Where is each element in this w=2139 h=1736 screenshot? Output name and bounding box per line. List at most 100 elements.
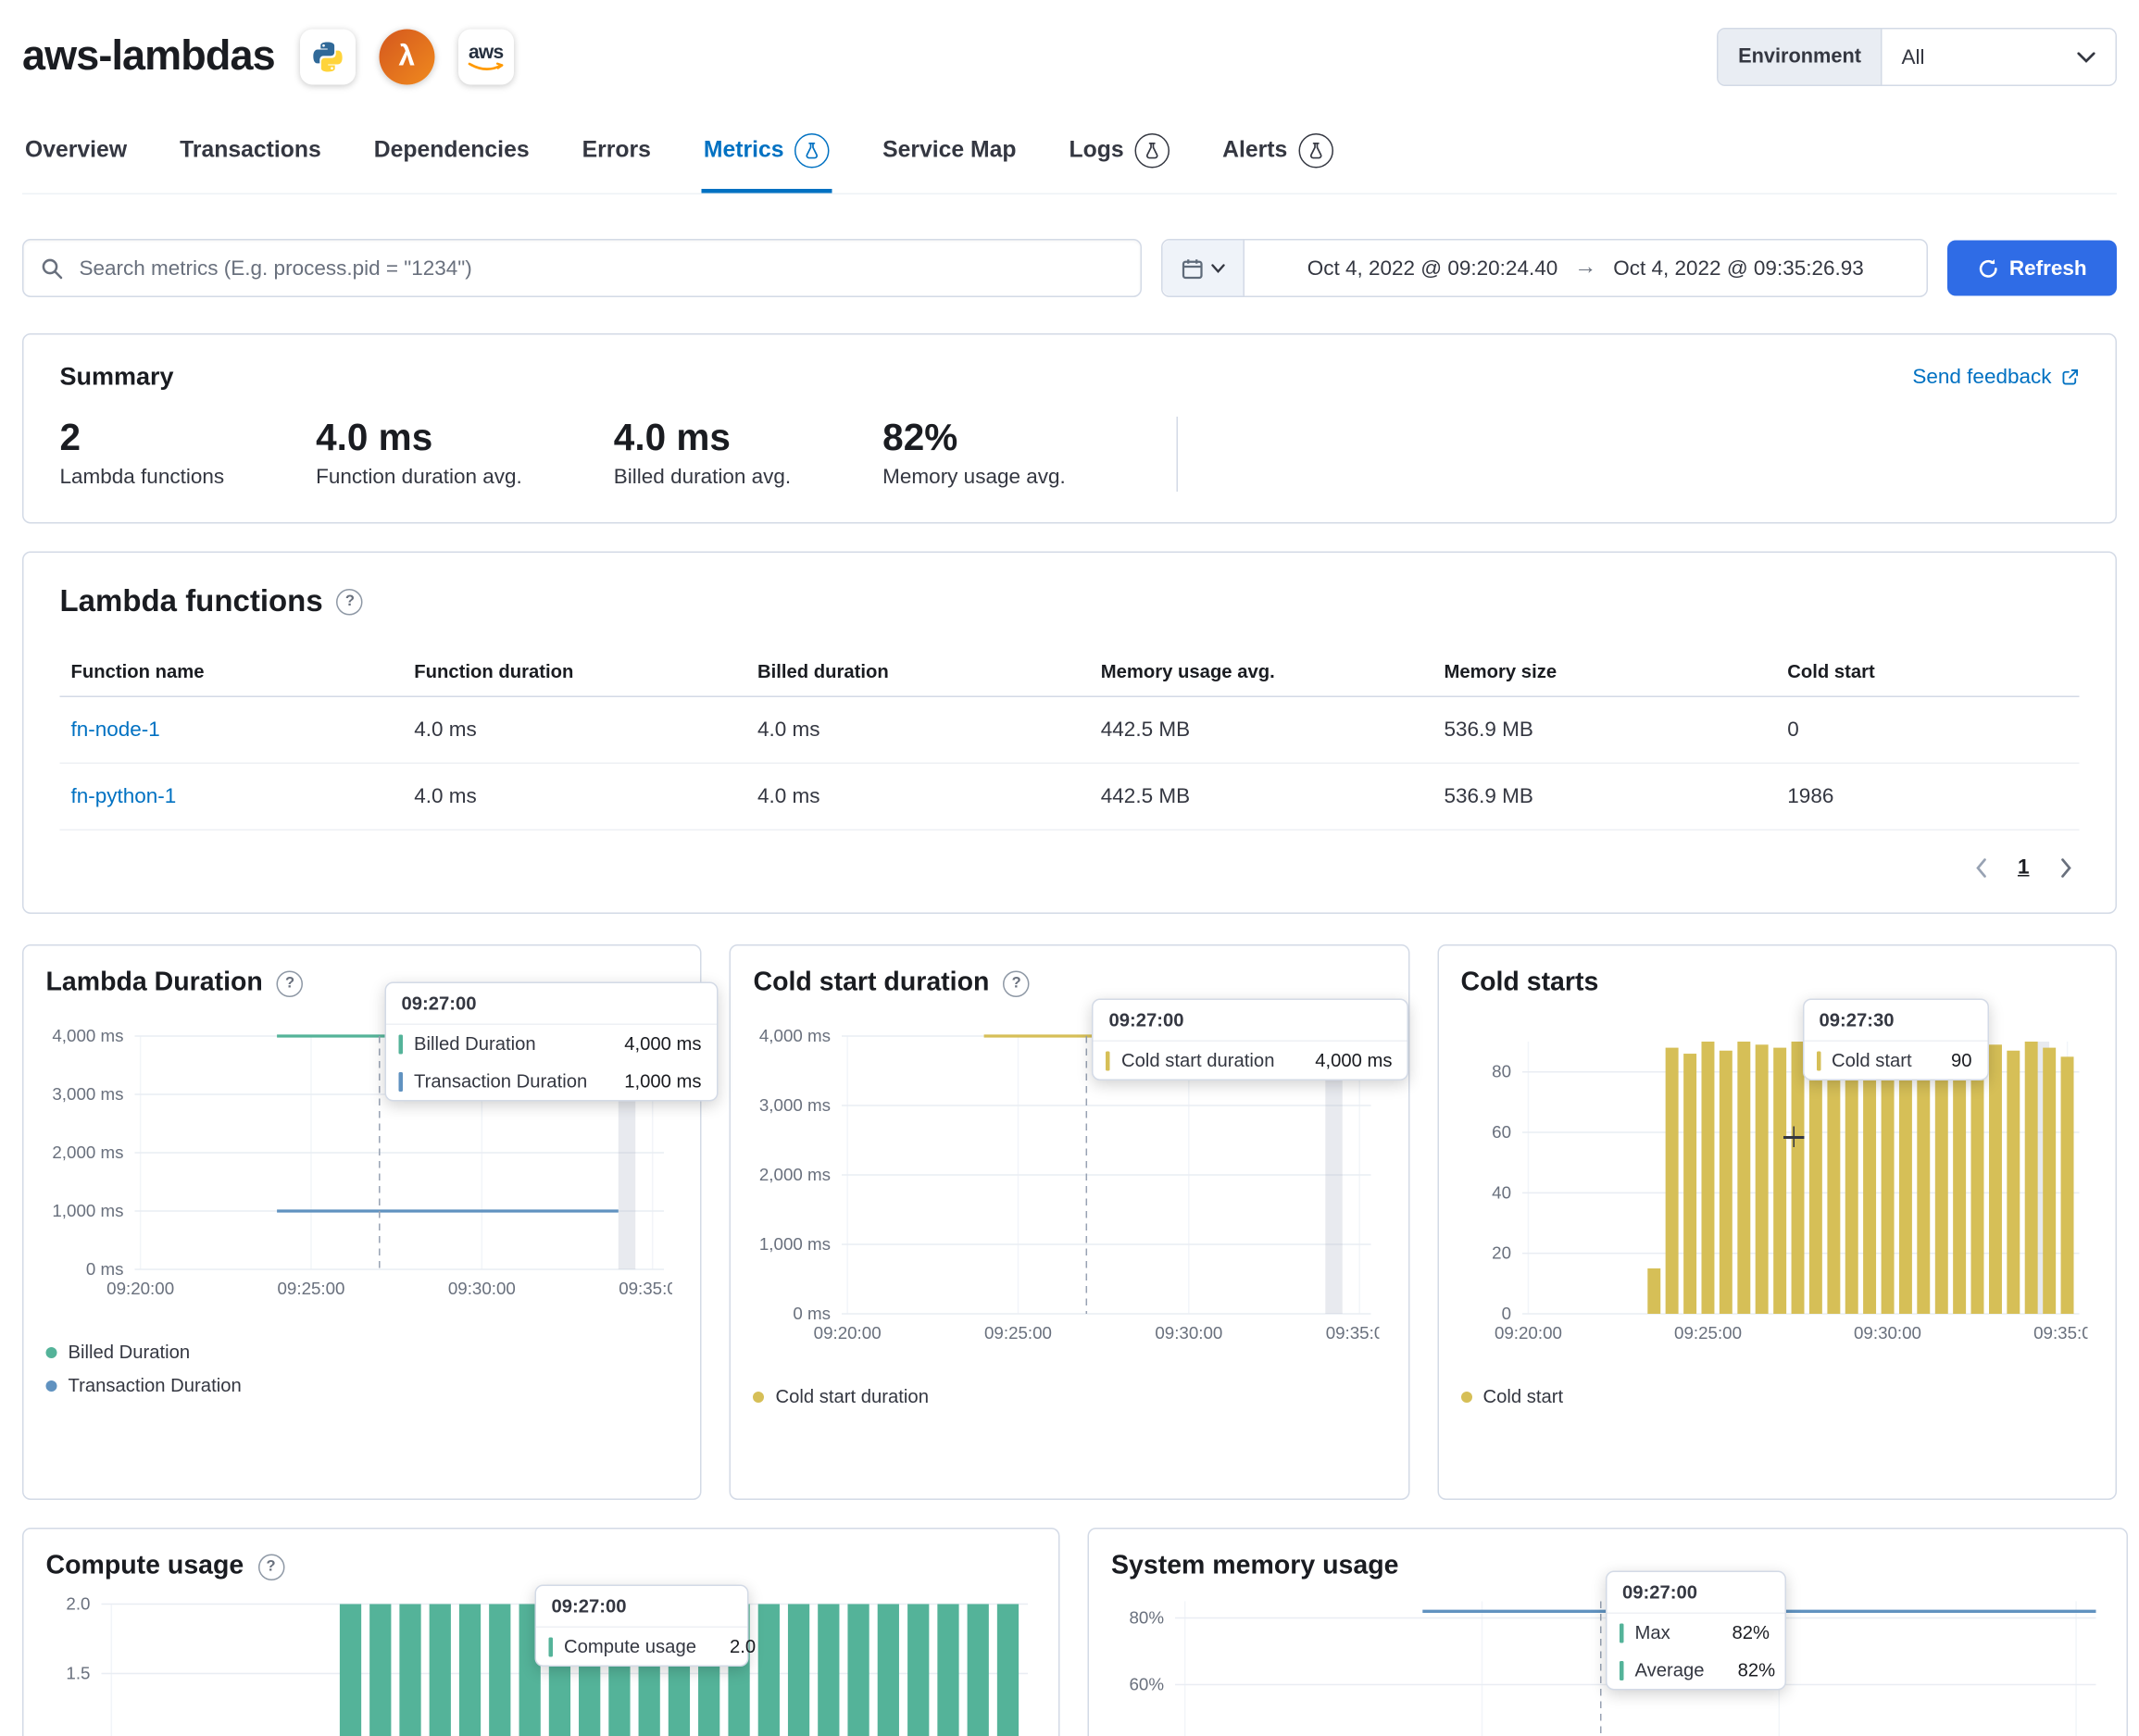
svg-text:2.0: 2.0 <box>66 1594 90 1614</box>
tab-overview[interactable]: Overview <box>22 128 130 194</box>
column-header-billed-duration: Billed duration <box>746 647 1090 696</box>
refresh-button[interactable]: Refresh <box>1947 241 2117 296</box>
date-range-end[interactable]: Oct 4, 2022 @ 09:35:26.93 <box>1613 256 1864 281</box>
svg-text:4,000 ms: 4,000 ms <box>52 1026 123 1045</box>
stat-function-duration: 4.0 ms Function duration avg. <box>316 417 522 489</box>
chart-title: Cold start duration <box>753 968 989 999</box>
beaker-icon[interactable] <box>1298 133 1333 169</box>
chart-tooltip: 09:27:00 Max 82% Average 82% <box>1606 1571 1786 1691</box>
search-metrics-input[interactable] <box>77 255 1124 281</box>
svg-text:1.0: 1.0 <box>66 1733 90 1736</box>
tooltip-row: Average 82% <box>1607 1652 1785 1690</box>
tab-metrics[interactable]: Metrics <box>701 128 832 194</box>
chevron-down-icon <box>1211 263 1225 273</box>
tab-service-map[interactable]: Service Map <box>880 128 1019 194</box>
tab-dependencies[interactable]: Dependencies <box>371 128 532 194</box>
svg-text:09:25:00: 09:25:00 <box>984 1323 1052 1343</box>
stats-divider <box>1177 417 1179 492</box>
next-page-button[interactable] <box>2060 856 2074 879</box>
environment-filter: Environment All <box>1718 28 2117 86</box>
svg-text:60%: 60% <box>1129 1675 1164 1694</box>
page-number[interactable]: 1 <box>2018 856 2030 880</box>
chart-title: System memory usage <box>1111 1552 1399 1582</box>
tab-transactions[interactable]: Transactions <box>177 128 324 194</box>
svg-text:40: 40 <box>1492 1182 1511 1202</box>
quick-select-button[interactable] <box>1163 241 1245 296</box>
date-range[interactable]: Oct 4, 2022 @ 09:20:24.40 → Oct 4, 2022 … <box>1245 241 1927 296</box>
environment-select[interactable]: All <box>1883 30 2116 85</box>
chart-svg-cold-starts[interactable]: 80604020009:20:0009:25:0009:30:0009:35:0… <box>1460 1010 2087 1349</box>
date-range-start[interactable]: Oct 4, 2022 @ 09:20:24.40 <box>1307 256 1558 281</box>
help-icon[interactable]: ? <box>277 970 304 997</box>
table-row: fn-python-1 4.0 ms 4.0 ms 442.5 MB 536.9… <box>60 763 2080 830</box>
legend-item[interactable]: Cold start duration <box>753 1386 1385 1407</box>
column-header-function-duration: Function duration <box>403 647 746 696</box>
arrow-right-icon: → <box>1574 256 1596 281</box>
metrics-toolbar: Oct 4, 2022 @ 09:20:24.40 → Oct 4, 2022 … <box>22 239 2117 297</box>
beaker-icon[interactable] <box>795 133 831 169</box>
function-link[interactable]: fn-node-1 <box>71 718 160 743</box>
svg-text:80: 80 <box>1492 1062 1511 1081</box>
date-picker: Oct 4, 2022 @ 09:20:24.40 → Oct 4, 2022 … <box>1161 239 1928 297</box>
help-icon[interactable]: ? <box>257 1554 284 1580</box>
svg-text:0: 0 <box>1501 1304 1510 1323</box>
svg-text:09:20:00: 09:20:00 <box>1494 1323 1561 1343</box>
svg-text:80%: 80% <box>1129 1608 1164 1628</box>
summary-panel: Summary Send feedback 2 Lambda functions… <box>22 333 2117 524</box>
svg-text:2,000 ms: 2,000 ms <box>52 1143 123 1162</box>
help-icon[interactable]: ? <box>1003 970 1030 997</box>
tab-logs[interactable]: Logs <box>1067 128 1173 194</box>
table-row: fn-node-1 4.0 ms 4.0 ms 442.5 MB 536.9 M… <box>60 696 2080 763</box>
svg-text:09:20:00: 09:20:00 <box>106 1279 174 1298</box>
svg-text:1,000 ms: 1,000 ms <box>52 1201 123 1220</box>
tooltip-row: Cold start duration 4,000 ms <box>1094 1042 1407 1080</box>
legend-dot <box>46 1346 57 1357</box>
prev-page-button[interactable] <box>1973 856 1987 879</box>
send-feedback-link[interactable]: Send feedback <box>1912 366 2079 390</box>
svg-text:1,000 ms: 1,000 ms <box>759 1234 831 1254</box>
page-root: aws-lambdas λ aws <box>0 0 2139 1736</box>
legend-item[interactable]: Cold start <box>1460 1386 2093 1407</box>
tooltip-row: Cold start 90 <box>1804 1042 1987 1080</box>
tooltip-time: 09:27:00 <box>536 1586 747 1628</box>
tooltip-time: 09:27:00 <box>1094 1000 1407 1042</box>
chevron-down-icon <box>2077 51 2096 64</box>
chart-tooltip: 09:27:30 Cold start 90 <box>1802 999 1988 1081</box>
search-icon <box>41 256 65 281</box>
svg-text:1.5: 1.5 <box>66 1664 90 1683</box>
legend-item[interactable]: Billed Duration <box>46 1342 679 1363</box>
legend: Cold start duration <box>753 1386 1385 1407</box>
chart-card-cold-starts: Cold starts 80604020009:20:0009:25:0009:… <box>1437 944 2117 1500</box>
tooltip-time: 09:27:30 <box>1804 1000 1987 1042</box>
bottom-charts-row: Compute usage ? 2.01.51.00.5009:20:0009:… <box>22 1528 2117 1736</box>
legend: Cold start <box>1460 1386 2093 1407</box>
legend-dot <box>1460 1391 1471 1402</box>
tab-errors[interactable]: Errors <box>580 128 654 194</box>
svg-text:0 ms: 0 ms <box>794 1304 832 1323</box>
svg-text:09:30:00: 09:30:00 <box>1156 1323 1223 1343</box>
svg-text:09:35:00: 09:35:00 <box>2033 1323 2087 1343</box>
legend-dot <box>46 1380 57 1391</box>
tooltip-row: Billed Duration 4,000 ms <box>386 1025 717 1063</box>
help-icon[interactable]: ? <box>337 588 364 615</box>
chart-card-system-memory: System memory usage 80%60%40%20%0%09:20:… <box>1088 1528 2129 1736</box>
service-tech-icons: λ aws <box>300 30 514 85</box>
column-header-function-name: Function name <box>60 647 404 696</box>
column-header-memory-size: Memory size <box>1433 647 1777 696</box>
tooltip-time: 09:27:00 <box>386 983 717 1025</box>
lambda-glyph: λ <box>398 41 415 74</box>
summary-stats: 2 Lambda functions 4.0 ms Function durat… <box>60 417 2080 492</box>
svg-text:20: 20 <box>1492 1243 1511 1263</box>
app-header: aws-lambdas λ aws <box>0 0 2139 86</box>
tab-alerts[interactable]: Alerts <box>1220 128 1336 194</box>
legend-item[interactable]: Transaction Duration <box>46 1375 679 1396</box>
summary-title: Summary <box>60 363 174 393</box>
chart-title: Lambda Duration <box>46 968 263 999</box>
beaker-icon[interactable] <box>1135 133 1170 169</box>
python-logo-icon <box>300 30 356 85</box>
function-link[interactable]: fn-python-1 <box>71 785 177 809</box>
svg-text:3,000 ms: 3,000 ms <box>52 1084 123 1104</box>
stat-memory-usage: 82% Memory usage avg. <box>882 417 1066 489</box>
svg-text:09:25:00: 09:25:00 <box>1674 1323 1742 1343</box>
chart-tooltip: 09:27:00 Compute usage 2.0 <box>535 1585 749 1667</box>
